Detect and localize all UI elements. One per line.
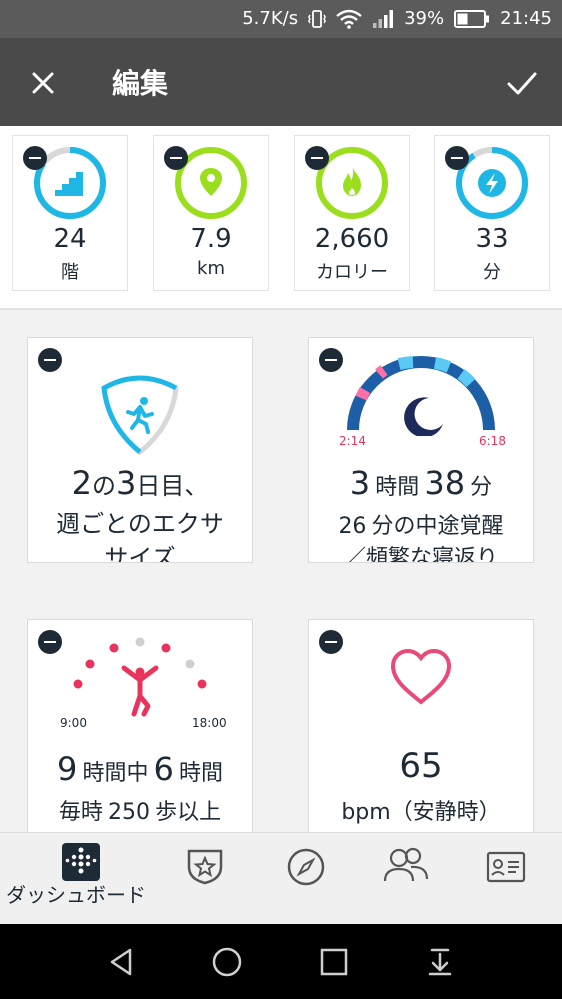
tab-dashboard-label: ダッシュボード bbox=[6, 883, 146, 907]
remove-button[interactable] bbox=[445, 146, 469, 170]
notification-pulldown-icon[interactable] bbox=[424, 946, 456, 978]
sleep-end-time: 6:18 bbox=[479, 434, 506, 448]
stat-value: 2,660 bbox=[314, 224, 390, 254]
stat-unit: 階 bbox=[61, 262, 79, 283]
heart-rate-unit: bpm（安静時） bbox=[341, 800, 501, 825]
stat-value: 24 bbox=[53, 224, 87, 254]
tab-account[interactable] bbox=[480, 833, 540, 925]
recents-icon[interactable] bbox=[318, 946, 350, 978]
stats-row: 24 階 7.9 km 2,660 カロリー 33 分 bbox=[0, 126, 562, 308]
stat-tile-distance[interactable]: 7.9 km bbox=[154, 136, 268, 290]
heart-icon bbox=[390, 648, 452, 705]
exercise-card[interactable]: 2の3日目、 週ごとのエクサ サイズ bbox=[28, 338, 252, 562]
remove-button[interactable] bbox=[319, 348, 343, 372]
lightning-icon bbox=[478, 169, 506, 197]
clock: 21:45 bbox=[500, 8, 552, 29]
hourly-activity-card[interactable]: 9:00 18:00 9 時間中 6 時間 毎時 250 歩以上 bbox=[28, 620, 252, 832]
location-pin-icon bbox=[200, 168, 222, 196]
hourly-start-time: 9:00 bbox=[60, 716, 87, 730]
minus-icon bbox=[23, 146, 47, 170]
minus-icon bbox=[305, 146, 329, 170]
flame-icon bbox=[343, 166, 361, 196]
sleep-restless-info: ／頻繁な寝返り bbox=[343, 546, 498, 562]
heart-rate-card[interactable]: 65 bpm（安静時） bbox=[309, 620, 533, 832]
battery-icon bbox=[454, 9, 490, 28]
resting-heart-rate: 65 bbox=[399, 746, 443, 786]
sleep-card[interactable]: 2:14 6:18 3 時間 38 分 26 分の中途覚醒 ／頻繁な寝返り bbox=[309, 338, 533, 562]
network-speed: 5.7K/s bbox=[242, 8, 299, 29]
status-bar: 5.7K/s 39% 21:45 bbox=[0, 0, 562, 38]
moon-icon bbox=[404, 397, 443, 436]
sleep-awake-info: 26 分の中途覚醒 bbox=[338, 514, 504, 539]
bottom-navigation: ダッシュボード bbox=[0, 832, 562, 925]
exercise-shield-icon bbox=[101, 375, 179, 456]
friends-icon bbox=[383, 847, 429, 882]
minus-icon bbox=[164, 146, 188, 170]
exercise-label-cont: サイズ bbox=[104, 544, 176, 562]
stat-unit: 分 bbox=[483, 262, 501, 283]
remove-button[interactable] bbox=[319, 630, 343, 654]
wifi-icon bbox=[336, 9, 362, 29]
battery-percent: 39% bbox=[404, 8, 445, 29]
page-title: 編集 bbox=[112, 67, 169, 100]
minus-icon bbox=[319, 348, 343, 372]
sleep-gauge bbox=[347, 356, 495, 436]
hourly-end-time: 18:00 bbox=[192, 716, 227, 730]
vibrate-icon bbox=[308, 9, 327, 29]
sleep-start-time: 2:14 bbox=[339, 434, 366, 448]
dashboard-cards: 2の3日目、 週ごとのエクサ サイズ 2:14 6:18 3 時間 38 分 2… bbox=[0, 310, 562, 832]
hourly-goal: 毎時 250 歩以上 bbox=[58, 800, 222, 825]
remove-button[interactable] bbox=[164, 146, 188, 170]
hourly-dots-arc bbox=[73, 637, 207, 717]
running-person-icon bbox=[126, 397, 154, 434]
stat-tile-floors[interactable]: 24 階 bbox=[13, 136, 127, 290]
hourly-summary: 9 時間中 6 時間 bbox=[56, 750, 224, 788]
minus-icon bbox=[319, 630, 343, 654]
exercise-progress: 2の3日目、 bbox=[71, 464, 209, 502]
sleep-duration: 3 時間 38 分 bbox=[349, 464, 493, 502]
minus-icon bbox=[38, 348, 62, 372]
signal-icon bbox=[372, 9, 394, 29]
close-button[interactable] bbox=[26, 66, 60, 100]
minus-icon bbox=[445, 146, 469, 170]
remove-button[interactable] bbox=[305, 146, 329, 170]
stat-unit: km bbox=[197, 258, 225, 279]
save-button[interactable] bbox=[504, 66, 540, 100]
badge-star-icon bbox=[187, 849, 223, 885]
remove-button[interactable] bbox=[23, 146, 47, 170]
tab-discover[interactable] bbox=[280, 833, 340, 925]
close-icon bbox=[32, 72, 54, 94]
profile-card-icon bbox=[486, 851, 526, 883]
app-bar: 編集 bbox=[0, 38, 562, 126]
system-navigation-bar bbox=[0, 924, 562, 999]
tab-challenges[interactable] bbox=[175, 833, 235, 925]
stat-unit: カロリー bbox=[316, 262, 388, 283]
stat-value: 7.9 bbox=[190, 224, 232, 254]
dashboard-icon bbox=[62, 843, 100, 881]
stretching-person-icon bbox=[121, 665, 159, 717]
tab-friends[interactable] bbox=[378, 833, 438, 925]
exercise-label: 週ごとのエクサ bbox=[56, 510, 224, 538]
stat-tile-calories[interactable]: 2,660 カロリー bbox=[295, 136, 409, 290]
remove-button[interactable] bbox=[38, 348, 62, 372]
stairs-icon bbox=[55, 172, 83, 196]
home-icon[interactable] bbox=[211, 946, 243, 978]
check-icon bbox=[507, 72, 537, 95]
stat-value: 33 bbox=[475, 224, 509, 254]
back-icon[interactable] bbox=[106, 946, 138, 978]
tab-dashboard[interactable]: ダッシュボード bbox=[0, 833, 160, 925]
stat-tile-active-minutes[interactable]: 33 分 bbox=[435, 136, 549, 290]
compass-icon bbox=[287, 848, 325, 886]
